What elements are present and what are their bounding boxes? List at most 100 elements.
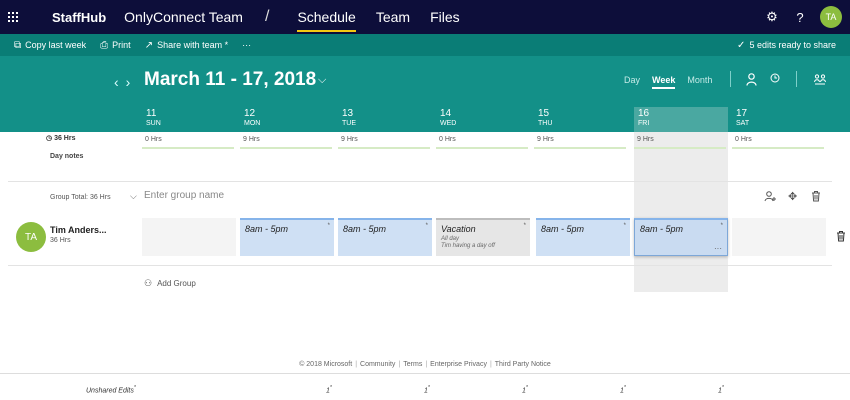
user-avatar[interactable]: TA [820, 6, 842, 28]
day-header-tue: 13 TUE [342, 108, 432, 127]
nav-files[interactable]: Files [420, 0, 470, 34]
day-hours-sun: 0 Hrs [142, 136, 234, 149]
group-total: Group Total: 36 Hrs [50, 194, 111, 201]
edits-ready-status: ✓ 5 edits ready to share [737, 34, 836, 56]
member-avatar[interactable]: TA [16, 222, 46, 252]
schedule-header: ‹ › March 11 - 17, 2018 ⌵ Day Week Month … [0, 56, 850, 132]
timeoff-note: Tim having a day off [441, 243, 495, 249]
next-week-icon[interactable]: › [126, 74, 131, 90]
waffle-icon[interactable] [0, 0, 26, 34]
view-switcher: Day Week Month [624, 75, 724, 89]
day-header-wed: 14 WED [440, 108, 530, 127]
timeoff-duration: All day [441, 236, 460, 242]
unshared-edits-label: Unshared Edits* [86, 385, 136, 395]
edits-ready-label: 5 edits ready to share [749, 40, 836, 50]
footer-links: © 2018 Microsoft | Community | Terms | Enterpr… [0, 361, 850, 368]
trash-icon[interactable] [811, 190, 821, 205]
shift-card-thu[interactable]: 8am - 5pm * [536, 218, 630, 256]
day-hours-thu: 9 Hrs [534, 136, 626, 149]
day-header-sun: 11 SUN [146, 108, 236, 127]
day-hours-wed: 0 Hrs [436, 136, 528, 149]
clock-icon[interactable] [770, 73, 780, 86]
print-button[interactable]: ⎙ Print [100, 40, 131, 51]
copyright: © 2018 Microsoft [299, 361, 353, 368]
day-number: 11 [146, 108, 157, 119]
empty-shift-cell-sun[interactable] [142, 218, 236, 256]
day-hours-fri: 9 Hrs [634, 136, 726, 149]
shift-card-tue[interactable]: 8am - 5pm * [338, 218, 432, 256]
total-hours: ◷ 36 Hrs [46, 134, 75, 142]
selected-day-column [634, 132, 728, 292]
day-number: 13 [342, 108, 354, 119]
share-icon: ↗ [144, 39, 154, 51]
unshared-edits-row: Unshared Edits* 1* 1* 1* 1* 1* [0, 373, 850, 400]
group-people-icon[interactable] [814, 73, 826, 88]
day-name: SUN [146, 120, 161, 127]
timeoff-title: Vacation [441, 224, 476, 234]
share-with-team-button[interactable]: ↗ Share with team * [145, 40, 228, 51]
add-group-button[interactable]: ⚇ Add Group [144, 278, 196, 289]
help-icon[interactable]: ? [786, 10, 814, 25]
timeoff-card-wed[interactable]: Vacation All day Tim having a day off * [436, 218, 530, 256]
breadcrumb-separator: / [264, 8, 270, 25]
day-number: 14 [440, 108, 452, 119]
group-name-input[interactable] [144, 190, 344, 201]
trash-icon[interactable] [836, 230, 846, 245]
community-link[interactable]: Community [357, 361, 398, 368]
divider [8, 181, 832, 182]
shift-card-mon[interactable]: 8am - 5pm * [240, 218, 334, 256]
unshared-marker: * [425, 223, 428, 229]
unshared-marker: * [523, 223, 526, 229]
unshared-marker: * [623, 223, 626, 229]
day-number: 12 [244, 108, 256, 119]
member-hours: 36 Hrs [50, 237, 71, 244]
day-number: 16 [638, 108, 650, 119]
chevron-down-icon[interactable]: ⌵ [130, 191, 137, 202]
unshared-marker: * [720, 223, 723, 229]
unshared-marker: * [327, 223, 330, 229]
unshared-count-fri: 1* [718, 385, 724, 395]
more-options-icon[interactable]: ··· [714, 244, 722, 253]
person-view-icon[interactable] [746, 73, 757, 89]
gear-icon[interactable]: ⚙ [758, 9, 786, 25]
total-hours-label: 36 Hrs [54, 135, 76, 142]
third-party-link[interactable]: Third Party Notice [492, 361, 554, 368]
nav-team[interactable]: Team [366, 0, 420, 34]
day-hours-sat: 0 Hrs [732, 136, 824, 149]
chevron-down-icon[interactable]: ⌵ [318, 74, 326, 87]
app-top-bar: StaffHub OnlyConnect Team / Schedule Tea… [0, 0, 850, 34]
date-range-title[interactable]: March 11 - 17, 2018 [144, 69, 316, 91]
empty-shift-cell-sat[interactable] [732, 218, 826, 256]
prev-week-icon[interactable]: ‹ [114, 74, 119, 90]
nav-schedule[interactable]: Schedule [287, 0, 365, 34]
printer-icon: ⎙ [100, 39, 109, 51]
terms-link[interactable]: Terms [400, 361, 425, 368]
member-name[interactable]: Tim Anders... [50, 225, 107, 235]
unshared-count-wed: 1* [522, 385, 528, 395]
add-member-icon[interactable] [764, 190, 776, 205]
divider [796, 71, 797, 87]
view-week[interactable]: Week [652, 75, 676, 89]
day-header-mon: 12 MON [244, 108, 334, 127]
day-notes-label[interactable]: Day notes [50, 153, 83, 160]
unshared-count-mon: 1* [326, 385, 332, 395]
main-nav: Schedule Team Files [287, 0, 469, 34]
team-name[interactable]: OnlyConnect Team [124, 9, 243, 25]
copy-last-week-button[interactable]: ⧉ Copy last week [14, 40, 86, 51]
day-name: MON [244, 120, 261, 127]
day-hours-tue: 9 Hrs [338, 136, 430, 149]
view-day[interactable]: Day [624, 75, 640, 85]
copy-icon: ⧉ [14, 39, 22, 51]
day-name: WED [440, 120, 457, 127]
add-group-icon: ⚇ [144, 278, 153, 288]
view-month[interactable]: Month [687, 75, 712, 85]
unshared-count-thu: 1* [620, 385, 626, 395]
day-name: THU [538, 120, 553, 127]
privacy-link[interactable]: Enterprise Privacy [427, 361, 490, 368]
move-icon[interactable]: ✥ [788, 190, 797, 203]
more-commands-button[interactable]: ··· [242, 40, 251, 50]
shift-card-fri[interactable]: 8am - 5pm * ··· [634, 218, 728, 256]
day-number: 15 [538, 108, 550, 119]
day-header-sat: 17 SAT [736, 108, 826, 127]
day-number: 17 [736, 108, 748, 119]
